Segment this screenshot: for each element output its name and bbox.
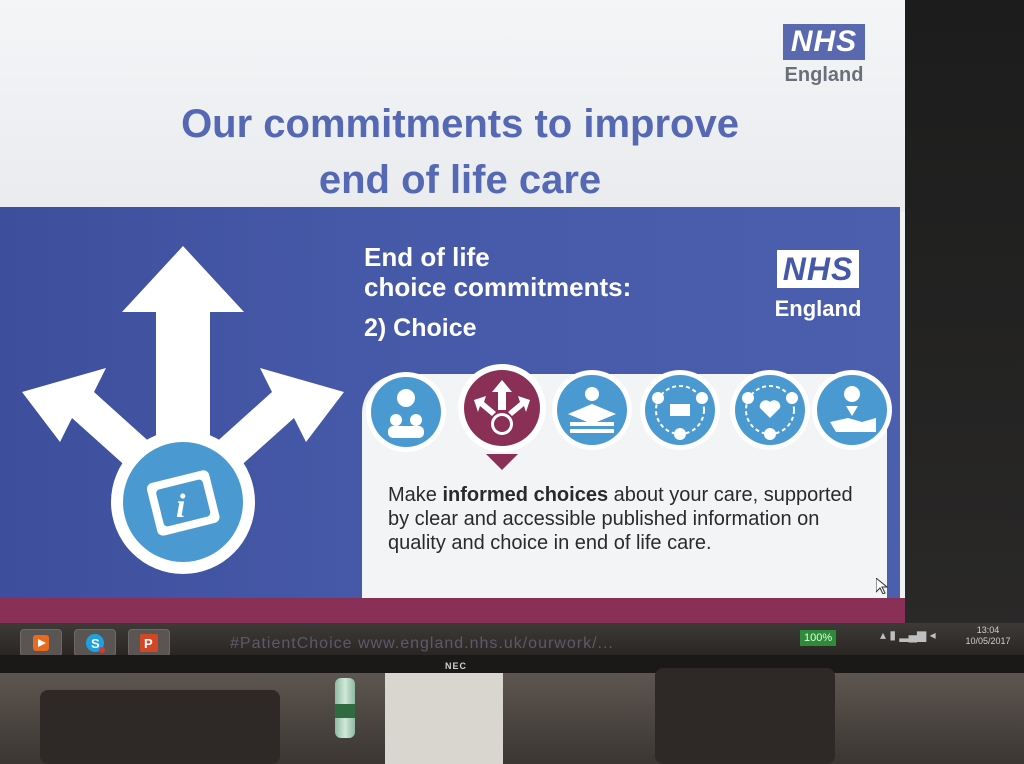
people-care-icon (366, 372, 446, 452)
monitor-brand: NEC (445, 661, 468, 671)
slide-title: Our commitments to improve end of life c… (120, 96, 800, 208)
taskbar-background-text: #PatientChoice www.england.nhs.uk/ourwor… (230, 635, 614, 652)
media-player-icon (33, 635, 49, 651)
commitment-subheading: 2) Choice (364, 314, 477, 342)
svg-text:i: i (176, 488, 186, 525)
volume-icon[interactable]: ◂ (930, 628, 936, 642)
slide-footer-strip (0, 598, 905, 624)
mouse-cursor-icon (876, 578, 888, 594)
commitment-description: Make informed choices about your care, s… (388, 483, 868, 555)
skype-icon: S (86, 634, 105, 653)
title-line-1: Our commitments to improve (181, 102, 739, 146)
clock-time: 13:04 (976, 625, 1000, 635)
clock-date: 10/05/2017 (965, 636, 1011, 646)
leather-chair (655, 668, 835, 764)
media-player-button[interactable] (20, 629, 62, 657)
heading-line-2: choice commitments: (364, 272, 632, 302)
powerpoint-icon: P (140, 634, 158, 652)
choice-arrows-graphic: i (22, 246, 344, 574)
hand-support-icon (812, 370, 892, 450)
bottle-label (335, 704, 355, 718)
svg-text:S: S (91, 636, 100, 651)
chevron-up-icon[interactable]: ▴ (880, 628, 886, 642)
commitment-heading: End of life choice commitments: (364, 242, 631, 302)
choice-arrows-icon (458, 364, 546, 470)
monitor-screen: NHS England Our commitments to improve e… (0, 0, 905, 640)
signal-icon[interactable]: ▂▄▆ (899, 628, 926, 642)
network-icon[interactable]: ▮ (889, 628, 896, 642)
connected-people-icon (640, 370, 720, 450)
arrow-up-icon (122, 246, 244, 446)
taskbar-clock[interactable]: 13:04 10/05/2017 (960, 625, 1016, 647)
description-text: Make (388, 484, 443, 506)
svg-text:P: P (144, 636, 153, 651)
monitor-stand (385, 673, 503, 764)
heart-network-icon (730, 370, 810, 450)
powerpoint-button[interactable]: P (128, 629, 170, 657)
nhs-logo-text: NHS (782, 24, 866, 60)
battery-indicator[interactable]: 100% (800, 630, 837, 646)
nhs-england-logo-band: NHS England (768, 250, 868, 322)
heading-line-1: End of life (364, 242, 490, 272)
skype-button[interactable]: S (74, 629, 116, 657)
nhs-logo-text: NHS (776, 250, 860, 288)
monitor-bezel (0, 655, 1024, 673)
leather-sofa (40, 690, 280, 764)
commitment-icon-row (362, 362, 892, 470)
description-bold-text: informed choices (442, 484, 609, 506)
wall (905, 0, 1024, 640)
nhs-england-logo-top: NHS England (778, 24, 870, 87)
england-logo-text: England (784, 64, 864, 86)
system-tray[interactable]: ▴ ▮ ▂▄▆ ◂ (880, 628, 936, 642)
documents-stack-icon (552, 370, 632, 450)
england-logo-text: England (774, 296, 862, 321)
title-line-2: end of life care (318, 158, 602, 202)
